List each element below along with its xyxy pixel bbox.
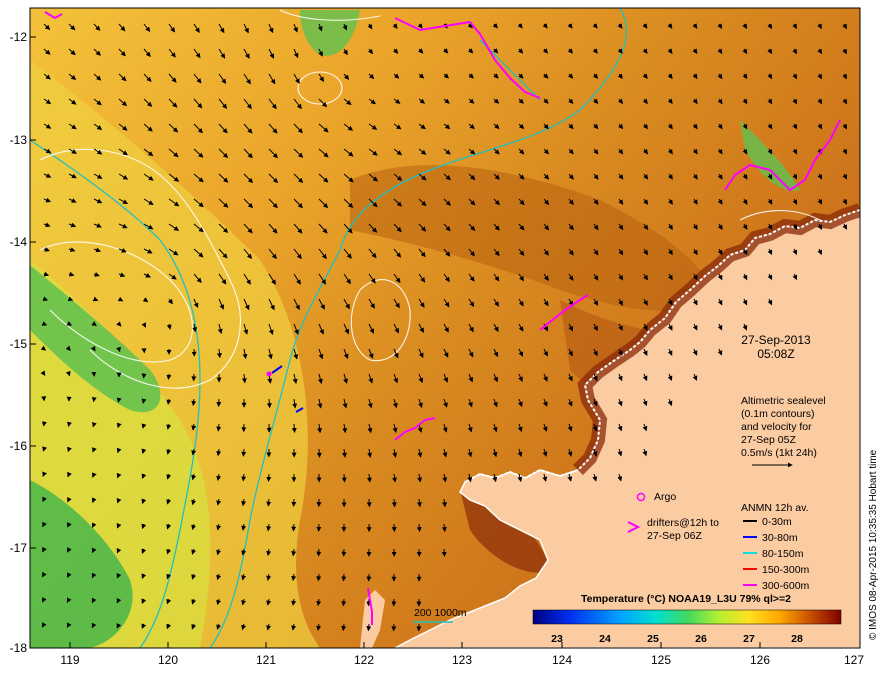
alti-line: Altimetric sealevel [741, 395, 826, 407]
y-tick-label: -14 [10, 235, 28, 249]
colorbar-title: Temperature (°C) NOAA19_L3U 79% ql>=2 [581, 593, 791, 605]
colorbar-tick: 28 [791, 633, 803, 645]
velocity-arrow [269, 474, 270, 481]
velocity-arrow [293, 524, 294, 531]
x-tick-label: 124 [552, 653, 572, 667]
velocity-arrow [243, 449, 244, 456]
drifters-line: drifters@12h to [647, 517, 719, 529]
x-tick-label: 127 [844, 653, 864, 667]
velocity-arrow [118, 399, 119, 402]
velocity-arrow [294, 424, 295, 432]
alti-line: and velocity for [741, 421, 812, 433]
colorbar-tick: 26 [695, 633, 707, 645]
anmn-title: ANMN 12h av. [741, 502, 809, 514]
velocity-arrow [43, 449, 44, 451]
x-tick-label: 121 [256, 653, 276, 667]
x-tick-label: 119 [60, 653, 79, 667]
alti-line: 0.5m/s (1kt 24h) [741, 447, 817, 459]
argo-label: Argo [654, 491, 676, 503]
velocity-arrow [168, 374, 169, 379]
y-tick-label: -17 [10, 541, 28, 555]
anmn-label: 300-600m [762, 580, 810, 592]
time-label: 05:08Z [757, 347, 794, 361]
colorbar-tick: 25 [647, 633, 659, 645]
velocity-arrow [368, 624, 369, 630]
velocity-arrow [318, 574, 319, 581]
velocity-arrow [369, 499, 370, 507]
velocity-arrow [319, 549, 320, 556]
mooring-300-600m [267, 372, 272, 377]
y-tick-label: -15 [10, 337, 28, 351]
colorbar-ramp [533, 610, 841, 624]
x-tick-label: 122 [354, 653, 374, 667]
y-tick-label: -12 [10, 30, 28, 44]
credit-text: © IMOS 08-Apr-2015 10:35:35 Hobart time [868, 449, 879, 640]
colorbar-tick: 23 [551, 633, 563, 645]
anmn-label: 150-300m [762, 564, 810, 576]
y-tick-label: -13 [10, 133, 28, 147]
velocity-arrow [268, 499, 269, 506]
y-tick-label: -16 [10, 439, 28, 453]
colorbar-tick: 27 [743, 633, 755, 645]
velocity-arrow [218, 424, 219, 431]
velocity-arrow [69, 374, 70, 376]
isobath-label: 200 1000m [414, 607, 467, 619]
velocity-arrow [269, 399, 270, 407]
velocity-arrow [319, 449, 320, 457]
colorbar-tick: 24 [599, 633, 611, 645]
x-tick-label: 123 [452, 653, 472, 667]
velocity-arrow [69, 424, 70, 426]
velocity-arrow [369, 599, 370, 606]
y-tick-label: -18 [10, 641, 28, 655]
velocity-arrow [343, 599, 344, 606]
velocity-arrow [344, 474, 345, 482]
x-tick-label: 125 [651, 653, 671, 667]
alti-line: 27-Sep 05Z [741, 434, 796, 446]
date-label: 27-Sep-2013 [741, 333, 811, 347]
map-svg: -12 -13 -14 -15 -16 -17 -18 119 120 121 … [0, 0, 880, 680]
velocity-arrow [344, 574, 345, 581]
ocean-temperature-map: -12 -13 -14 -15 -16 -17 -18 119 120 121 … [0, 0, 880, 680]
x-tick-label: 120 [158, 653, 178, 667]
anmn-label: 0-30m [762, 516, 792, 528]
velocity-arrow [419, 524, 420, 531]
drifters-line: 27-Sep 06Z [647, 530, 702, 542]
velocity-arrow [444, 549, 445, 556]
anmn-label: 30-80m [762, 532, 798, 544]
alti-line: (0.1m contours) [741, 408, 815, 420]
anmn-label: 80-150m [762, 548, 804, 560]
velocity-arrow [44, 374, 45, 375]
x-tick-label: 126 [750, 653, 770, 667]
velocity-arrow [119, 349, 120, 351]
velocity-arrow [394, 499, 395, 507]
